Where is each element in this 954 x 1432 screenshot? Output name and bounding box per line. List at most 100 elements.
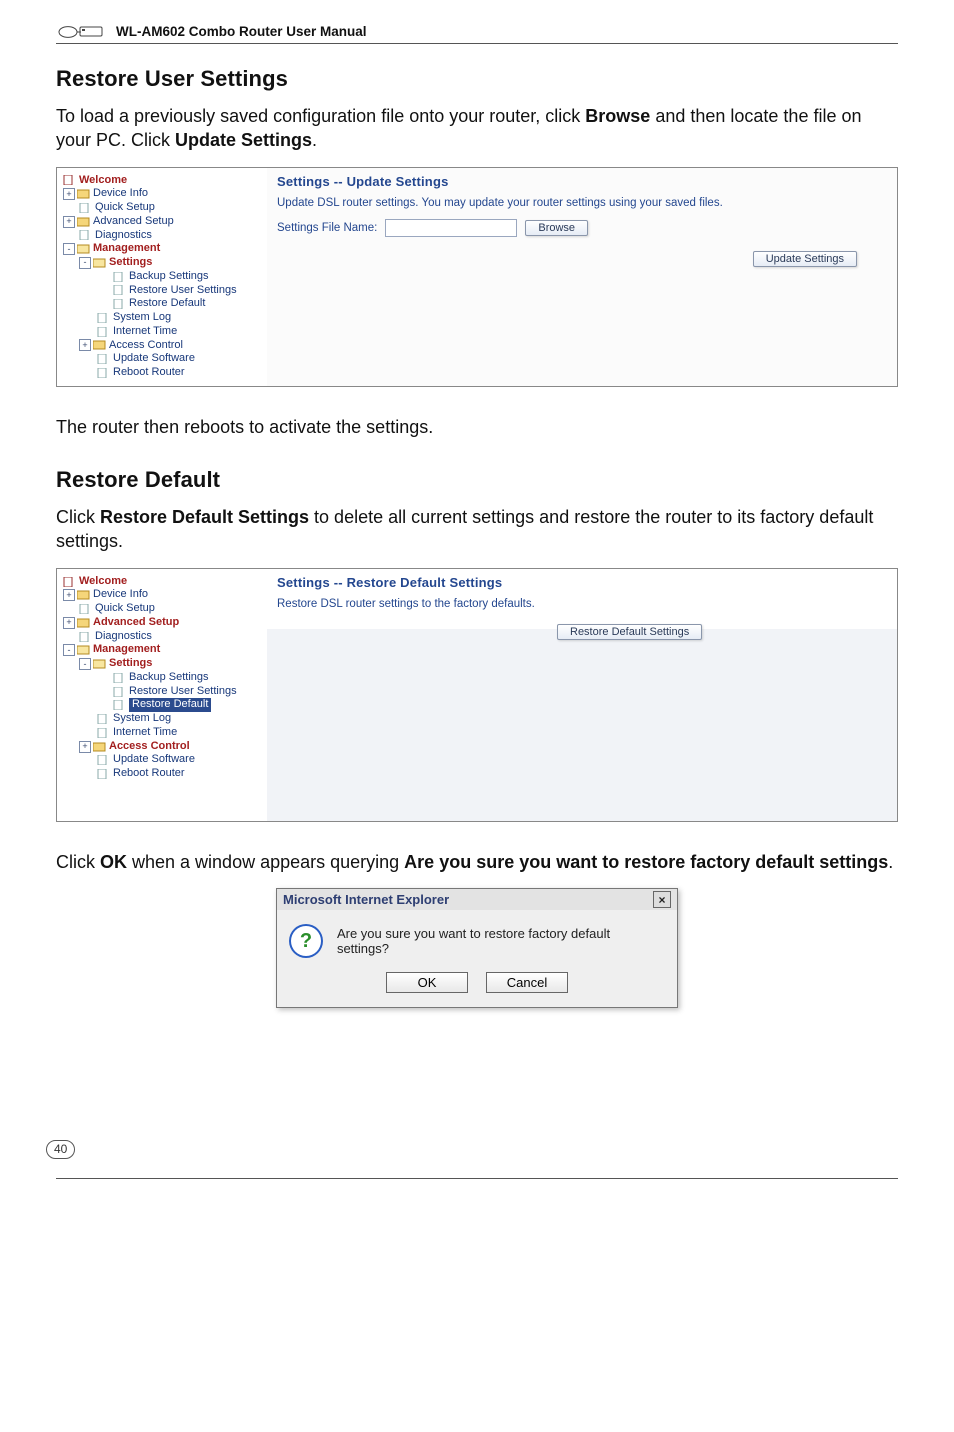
nav-quick-setup[interactable]: Quick Setup bbox=[57, 602, 267, 616]
nav-device-info[interactable]: + Device Info bbox=[57, 588, 267, 602]
browse-button[interactable]: Browse bbox=[525, 220, 588, 236]
expand-icon: + bbox=[63, 188, 75, 200]
nav-access-control[interactable]: + Access Control bbox=[57, 740, 267, 754]
collapse-icon: - bbox=[63, 644, 75, 656]
nav-quick-setup[interactable]: Quick Setup bbox=[57, 201, 267, 215]
nav-label: Internet Time bbox=[113, 325, 177, 339]
folder-open-icon bbox=[93, 258, 106, 268]
nav-label: Welcome bbox=[79, 174, 127, 188]
nav-restore-user-settings[interactable]: Restore User Settings bbox=[57, 284, 267, 298]
nav-label: Restore Default bbox=[129, 297, 205, 311]
nav-advanced-setup[interactable]: + Advanced Setup bbox=[57, 616, 267, 630]
page-icon bbox=[97, 769, 110, 779]
panel-description: Update DSL router settings. You may upda… bbox=[277, 197, 887, 209]
folder-icon bbox=[77, 618, 90, 628]
nav-backup-settings[interactable]: Backup Settings bbox=[57, 671, 267, 685]
panel-title: Settings -- Restore Default Settings bbox=[277, 575, 887, 590]
nav-label: Backup Settings bbox=[129, 671, 209, 685]
nav-label: Advanced Setup bbox=[93, 616, 179, 630]
folder-icon bbox=[77, 590, 90, 600]
nav-device-info[interactable]: + Device Info bbox=[57, 187, 267, 201]
text-bold: OK bbox=[100, 852, 127, 872]
manual-title: WL-AM602 Combo Router User Manual bbox=[116, 24, 367, 39]
nav-label: Internet Time bbox=[113, 726, 177, 740]
panel-description: Restore DSL router settings to the facto… bbox=[277, 598, 887, 610]
page-icon bbox=[97, 755, 110, 765]
nav-settings[interactable]: - Settings bbox=[57, 657, 267, 671]
nav-diagnostics[interactable]: Diagnostics bbox=[57, 229, 267, 243]
text-fragment: when a window appears querying bbox=[127, 852, 404, 872]
settings-file-input[interactable] bbox=[385, 219, 517, 237]
expand-icon: + bbox=[63, 216, 75, 228]
restore-default-settings-button[interactable]: Restore Default Settings bbox=[557, 624, 702, 640]
dialog-titlebar: Microsoft Internet Explorer × bbox=[277, 889, 677, 910]
nav-label: Backup Settings bbox=[129, 270, 209, 284]
nav-label: Settings bbox=[109, 256, 152, 270]
update-settings-button[interactable]: Update Settings bbox=[753, 251, 857, 267]
page-icon bbox=[113, 700, 126, 710]
nav-advanced-setup[interactable]: + Advanced Setup bbox=[57, 215, 267, 229]
nav-internet-time[interactable]: Internet Time bbox=[57, 325, 267, 339]
page-icon bbox=[97, 354, 110, 364]
nav-label: Reboot Router bbox=[113, 767, 185, 781]
panel-title: Settings -- Update Settings bbox=[277, 174, 887, 189]
text-fragment: To load a previously saved configuration… bbox=[56, 106, 585, 126]
folder-open-icon bbox=[93, 659, 106, 669]
nav-diagnostics[interactable]: Diagnostics bbox=[57, 630, 267, 644]
nav-restore-user-settings[interactable]: Restore User Settings bbox=[57, 685, 267, 699]
text-fragment: . bbox=[888, 852, 893, 872]
nav-restore-default[interactable]: Restore Default bbox=[57, 698, 267, 712]
collapse-icon: - bbox=[63, 243, 75, 255]
text-bold: Update Settings bbox=[175, 130, 312, 150]
nav-settings[interactable]: - Settings bbox=[57, 256, 267, 270]
text-fragment: . bbox=[312, 130, 317, 150]
nav-internet-time[interactable]: Internet Time bbox=[57, 726, 267, 740]
nav-label: Device Info bbox=[93, 187, 148, 201]
nav-update-software[interactable]: Update Software bbox=[57, 352, 267, 366]
heading-restore-user-settings: Restore User Settings bbox=[56, 66, 898, 92]
nav-welcome[interactable]: Welcome bbox=[57, 575, 267, 589]
nav-access-control[interactable]: + Access Control bbox=[57, 339, 267, 353]
screenshot-content-pane: Settings -- Restore Default Settings Res… bbox=[267, 569, 897, 821]
page-icon bbox=[97, 728, 110, 738]
heading-restore-default: Restore Default bbox=[56, 467, 898, 493]
page-icon bbox=[79, 604, 92, 614]
nav-label: Management bbox=[93, 242, 160, 256]
nav-label: Access Control bbox=[109, 339, 183, 353]
expand-icon: + bbox=[79, 339, 91, 351]
nav-label: Update Software bbox=[113, 352, 195, 366]
nav-label: Diagnostics bbox=[95, 630, 152, 644]
nav-restore-default[interactable]: Restore Default bbox=[57, 297, 267, 311]
folder-icon bbox=[93, 340, 106, 350]
nav-label-selected: Restore Default bbox=[129, 698, 211, 712]
page-icon bbox=[63, 175, 76, 185]
router-icon bbox=[58, 25, 106, 39]
dialog-title: Microsoft Internet Explorer bbox=[283, 892, 449, 907]
paragraph-confirm-restore: Click OK when a window appears querying … bbox=[56, 850, 898, 874]
folder-icon bbox=[77, 217, 90, 227]
ok-button[interactable]: OK bbox=[386, 972, 468, 993]
text-fragment: Click bbox=[56, 852, 100, 872]
nav-label: Restore User Settings bbox=[129, 284, 237, 298]
page-icon bbox=[63, 577, 76, 587]
nav-reboot-router[interactable]: Reboot Router bbox=[57, 366, 267, 380]
nav-system-log[interactable]: System Log bbox=[57, 712, 267, 726]
nav-management[interactable]: - Management bbox=[57, 643, 267, 657]
nav-reboot-router[interactable]: Reboot Router bbox=[57, 767, 267, 781]
nav-update-software[interactable]: Update Software bbox=[57, 753, 267, 767]
page-number-value: 40 bbox=[46, 1140, 75, 1159]
cancel-button[interactable]: Cancel bbox=[486, 972, 568, 993]
paragraph-restore-user: To load a previously saved configuration… bbox=[56, 104, 898, 153]
nav-backup-settings[interactable]: Backup Settings bbox=[57, 270, 267, 284]
nav-welcome[interactable]: Welcome bbox=[57, 174, 267, 188]
page-icon bbox=[113, 272, 126, 282]
page-icon bbox=[113, 673, 126, 683]
expand-icon: + bbox=[63, 589, 75, 601]
nav-label: Welcome bbox=[79, 575, 127, 589]
close-icon[interactable]: × bbox=[653, 891, 671, 908]
screenshot-update-settings: Welcome + Device Info Quick Setup + Adva… bbox=[56, 167, 898, 387]
nav-system-log[interactable]: System Log bbox=[57, 311, 267, 325]
text-bold: Browse bbox=[585, 106, 650, 126]
nav-management[interactable]: - Management bbox=[57, 242, 267, 256]
nav-label: Restore User Settings bbox=[129, 685, 237, 699]
